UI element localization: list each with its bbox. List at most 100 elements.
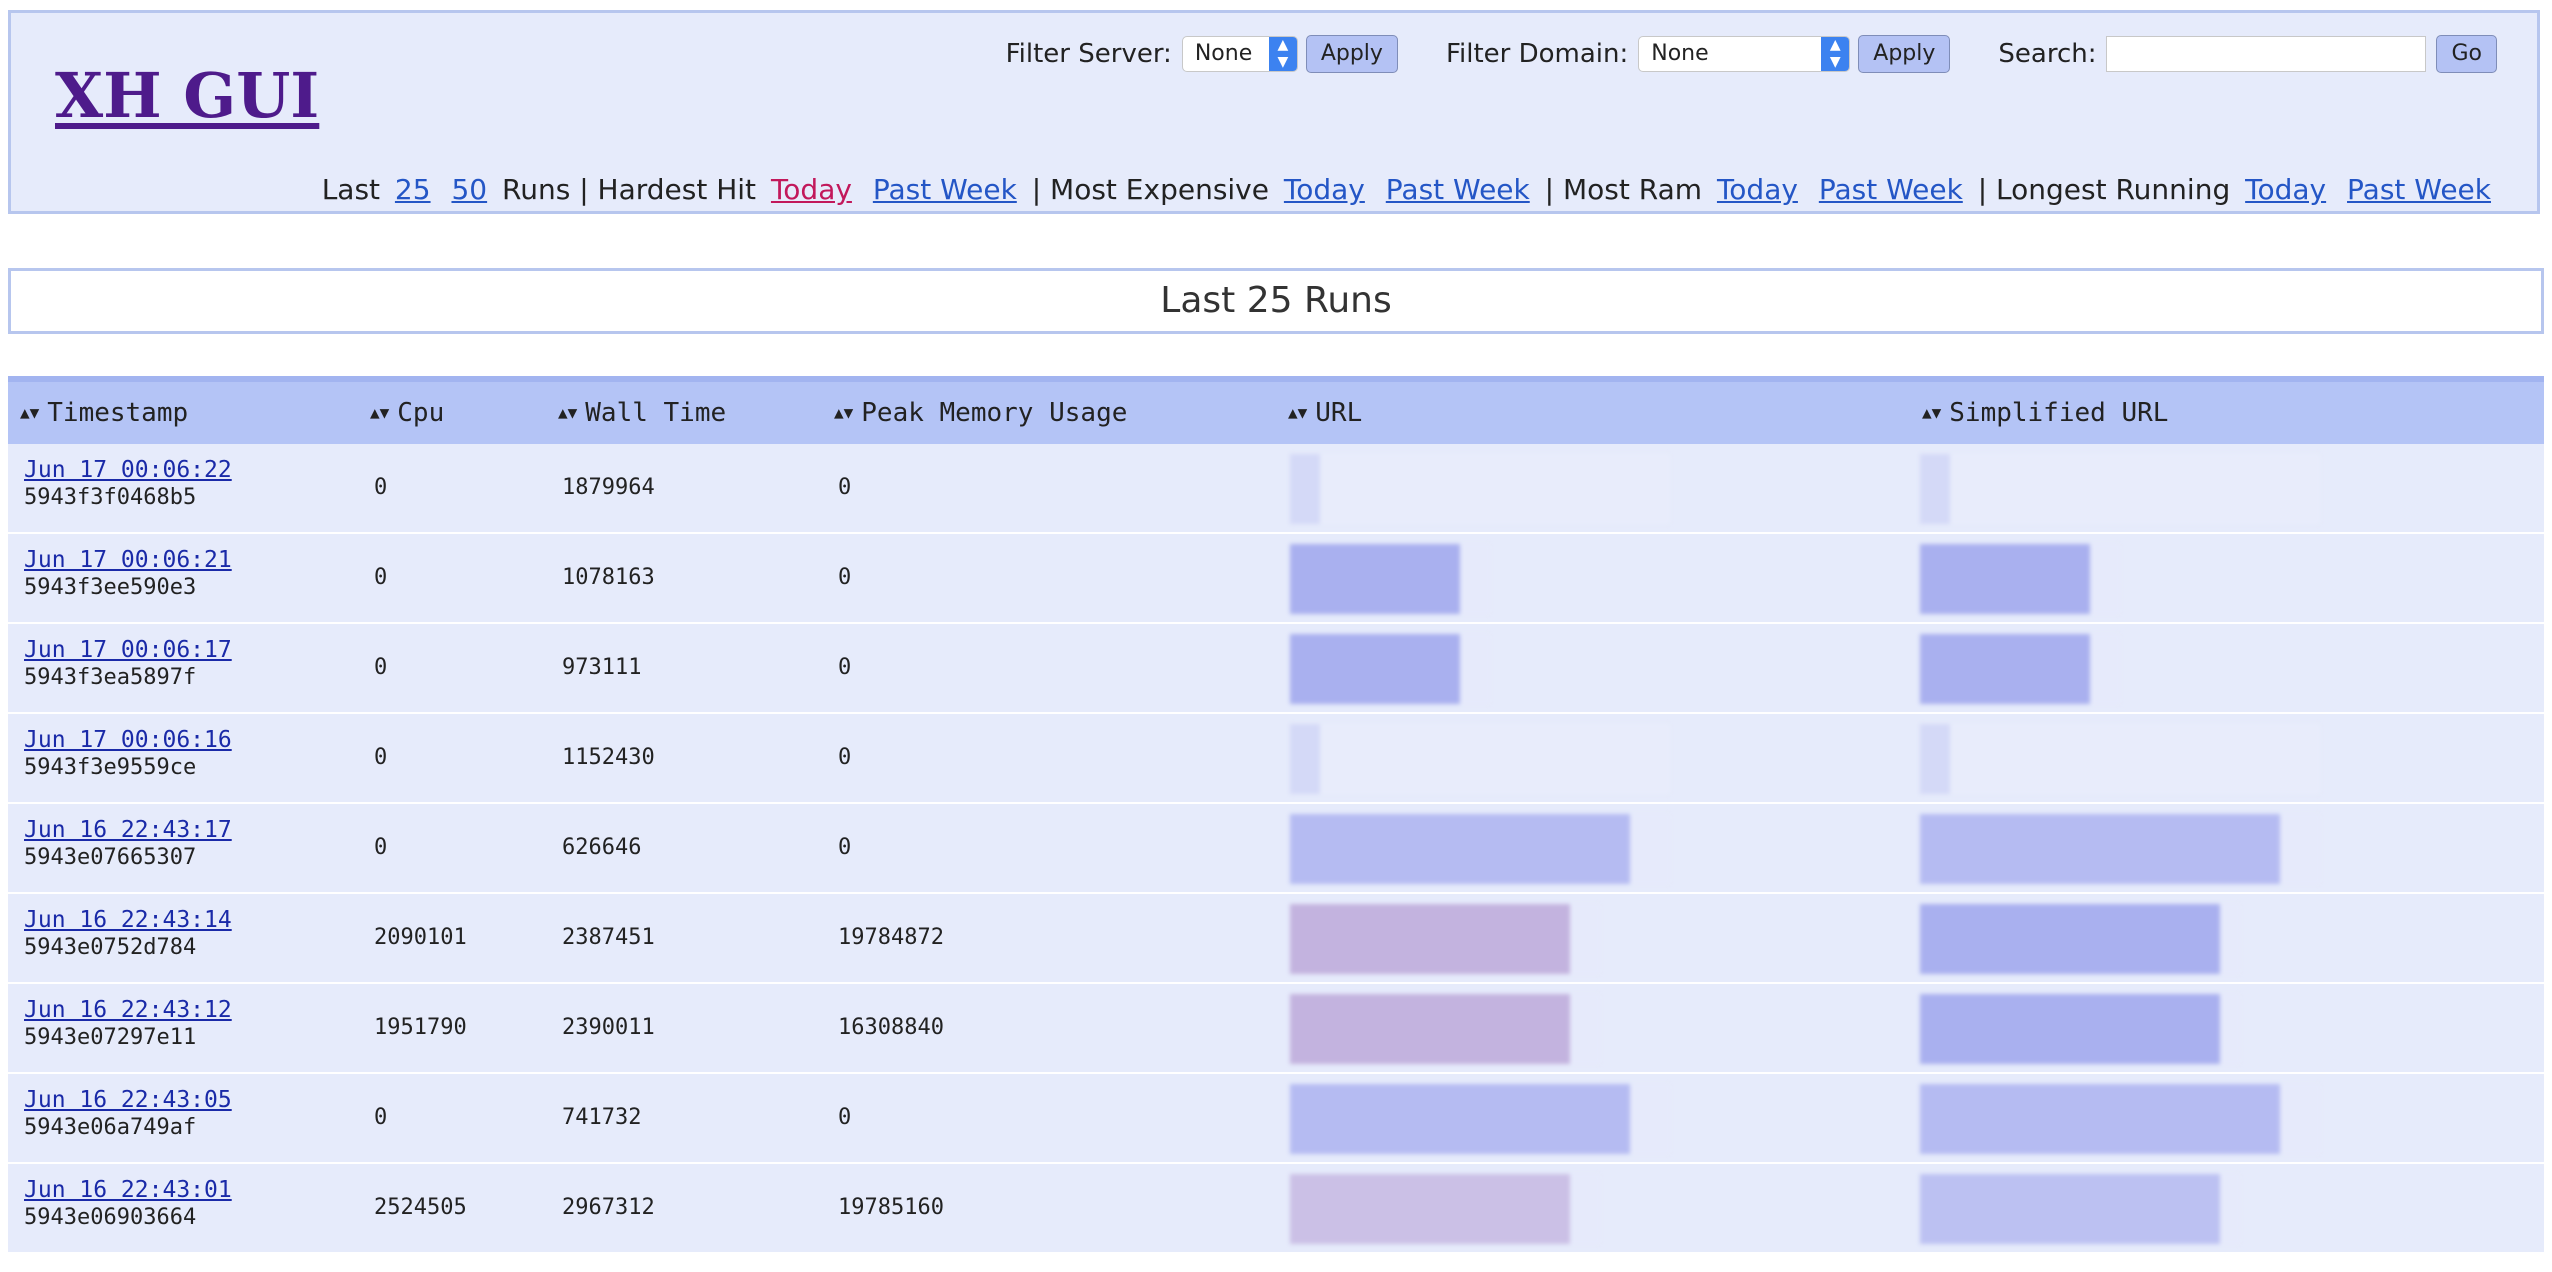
run-timestamp-link[interactable]: Jun 17 00:06:21: [24, 546, 232, 574]
run-timestamp-link[interactable]: Jun 16 22:43:12: [24, 996, 232, 1024]
simplified-url-cell-redacted[interactable]: [1920, 544, 2120, 614]
table-row: Jun 16 22:43:01 5943e06903664 2524505 29673…: [8, 1164, 2544, 1254]
logo-link[interactable]: XH GUI: [55, 59, 319, 132]
simplified-url-cell-redacted[interactable]: [1920, 1174, 2240, 1244]
timestamp-cell: Jun 16 22:43:05 5943e06a749af: [24, 1086, 232, 1142]
url-cell-redacted[interactable]: [1290, 994, 1600, 1064]
nav-hardest-hit-text: Runs | Hardest Hit: [502, 173, 757, 206]
peak-memory-cell: 19784872: [838, 925, 944, 950]
url-cell-redacted[interactable]: [1290, 904, 1600, 974]
table-row: Jun 17 00:06:16 5943f3e9559ce 0 1152430 0: [8, 714, 2544, 804]
cpu-cell: 0: [374, 745, 388, 770]
url-cell-redacted[interactable]: [1290, 1174, 1600, 1244]
peak-memory-cell: 0: [838, 475, 852, 500]
search-input[interactable]: [2106, 36, 2427, 72]
run-id: 5943e06903664: [24, 1205, 197, 1230]
url-cell-redacted[interactable]: [1290, 454, 1670, 524]
nav-most-expensive-today-link[interactable]: Today: [1284, 173, 1365, 206]
select-arrows-icon: ▲ ▼: [1821, 37, 1850, 71]
nav-most-ram-week-link[interactable]: Past Week: [1819, 173, 1963, 206]
nav-longest-running-week-link[interactable]: Past Week: [2347, 173, 2491, 206]
simplified-url-cell-redacted[interactable]: [1920, 814, 2320, 884]
header: XH GUI Filter Server: None ▲ ▼ Apply Filt…: [8, 10, 2540, 214]
run-timestamp-link[interactable]: Jun 16 22:43:05: [24, 1086, 232, 1114]
simplified-url-cell-redacted[interactable]: [1920, 1084, 2320, 1154]
run-id: 5943e07665307: [24, 845, 197, 870]
filter-server-value: None: [1194, 41, 1253, 66]
sort-icon: ▲▼: [1288, 403, 1308, 422]
table-row: Jun 16 22:43:05 5943e06a749af 0 741732 0: [8, 1074, 2544, 1164]
timestamp-cell: Jun 17 00:06:16 5943f3e9559ce: [24, 726, 232, 782]
nav-hardest-hit-today-link[interactable]: Today: [771, 173, 852, 206]
simplified-url-cell-redacted[interactable]: [1920, 724, 2320, 794]
nav-last-25-link[interactable]: 25: [395, 173, 431, 206]
run-timestamp-link[interactable]: Jun 17 00:06:17: [24, 636, 232, 664]
wall-time-cell: 973111: [562, 655, 642, 680]
apply-server-button[interactable]: Apply: [1305, 35, 1398, 73]
nav-most-ram-text: | Most Ram: [1544, 173, 1703, 206]
url-cell-redacted[interactable]: [1290, 634, 1490, 704]
peak-memory-cell: 0: [838, 1105, 852, 1130]
cpu-cell: 1951790: [374, 1015, 467, 1040]
wall-time-cell: 2967312: [562, 1195, 655, 1220]
nav-hardest-hit-week-link[interactable]: Past Week: [873, 173, 1017, 206]
filter-server-select[interactable]: None ▲ ▼: [1181, 36, 1298, 72]
run-id: 5943f3ea5897f: [24, 665, 197, 690]
cpu-cell: 2090101: [374, 925, 467, 950]
simplified-url-cell-redacted[interactable]: [1920, 994, 2240, 1064]
url-cell-redacted[interactable]: [1290, 1084, 1670, 1154]
nav-most-ram-today-link[interactable]: Today: [1717, 173, 1798, 206]
run-id: 5943f3f0468b5: [24, 485, 197, 510]
table-row: Jun 16 22:43:14 5943e0752d784 2090101 23874…: [8, 894, 2544, 984]
col-timestamp-header[interactable]: ▲▼ Timestamp: [20, 382, 188, 444]
run-timestamp-link[interactable]: Jun 16 22:43:17: [24, 816, 232, 844]
col-simplified-url-header[interactable]: ▲▼ Simplified URL: [1922, 382, 2168, 444]
select-arrows-icon: ▲ ▼: [1268, 37, 1297, 71]
run-timestamp-link[interactable]: Jun 16 22:43:01: [24, 1176, 232, 1204]
cpu-cell: 0: [374, 655, 388, 680]
nav-last-text: Last: [321, 173, 381, 206]
col-url-header[interactable]: ▲▼ URL: [1288, 382, 1362, 444]
table-header: ▲▼ Timestamp ▲▼ Cpu ▲▼ Wall Time ▲▼ Peak Mem…: [8, 376, 2544, 444]
sort-icon: ▲▼: [370, 403, 390, 422]
cpu-cell: 0: [374, 475, 388, 500]
run-id: 5943e0752d784: [24, 935, 197, 960]
nav-most-expensive-text: | Most Expensive: [1031, 173, 1269, 206]
col-wall-time-header[interactable]: ▲▼ Wall Time: [558, 382, 726, 444]
simplified-url-cell-redacted[interactable]: [1920, 454, 2320, 524]
col-peak-memory-header[interactable]: ▲▼ Peak Memory Usage: [834, 382, 1127, 444]
run-id: 5943e07297e11: [24, 1025, 197, 1050]
run-id: 5943e06a749af: [24, 1115, 197, 1140]
run-timestamp-link[interactable]: Jun 17 00:06:16: [24, 726, 232, 754]
filter-bar: Filter Server: None ▲ ▼ Apply Filter Doma…: [1006, 35, 2497, 73]
timestamp-cell: Jun 16 22:43:17 5943e07665307: [24, 816, 232, 872]
simplified-url-cell-redacted[interactable]: [1920, 634, 2120, 704]
nav-links: Last 25 50 Runs | Hardest Hit Today Past…: [322, 173, 2497, 206]
run-timestamp-link[interactable]: Jun 16 22:43:14: [24, 906, 232, 934]
wall-time-cell: 741732: [562, 1105, 642, 1130]
filter-domain-select[interactable]: None ▲ ▼: [1638, 36, 1851, 72]
run-id: 5943f3ee590e3: [24, 575, 197, 600]
sort-icon: ▲▼: [20, 403, 40, 422]
url-cell-redacted[interactable]: [1290, 814, 1670, 884]
peak-memory-cell: 0: [838, 745, 852, 770]
go-button[interactable]: Go: [2436, 35, 2497, 73]
cpu-cell: 0: [374, 1105, 388, 1130]
timestamp-cell: Jun 16 22:43:01 5943e06903664: [24, 1176, 232, 1232]
sort-icon: ▲▼: [558, 403, 578, 422]
run-timestamp-link[interactable]: Jun 17 00:06:22: [24, 456, 232, 484]
table-row: Jun 16 22:43:17 5943e07665307 0 626646 0: [8, 804, 2544, 894]
simplified-url-cell-redacted[interactable]: [1920, 904, 2240, 974]
url-cell-redacted[interactable]: [1290, 544, 1490, 614]
apply-domain-button[interactable]: Apply: [1858, 35, 1951, 73]
peak-memory-cell: 0: [838, 835, 852, 860]
nav-longest-running-today-link[interactable]: Today: [2245, 173, 2326, 206]
cpu-cell: 0: [374, 835, 388, 860]
col-cpu-header[interactable]: ▲▼ Cpu: [370, 382, 444, 444]
table-row: Jun 17 00:06:21 5943f3ee590e3 0 1078163 0: [8, 534, 2544, 624]
url-cell-redacted[interactable]: [1290, 724, 1670, 794]
timestamp-cell: Jun 17 00:06:22 5943f3f0468b5: [24, 456, 232, 512]
sort-icon: ▲▼: [1922, 403, 1942, 422]
nav-most-expensive-week-link[interactable]: Past Week: [1386, 173, 1530, 206]
nav-last-50-link[interactable]: 50: [451, 173, 487, 206]
